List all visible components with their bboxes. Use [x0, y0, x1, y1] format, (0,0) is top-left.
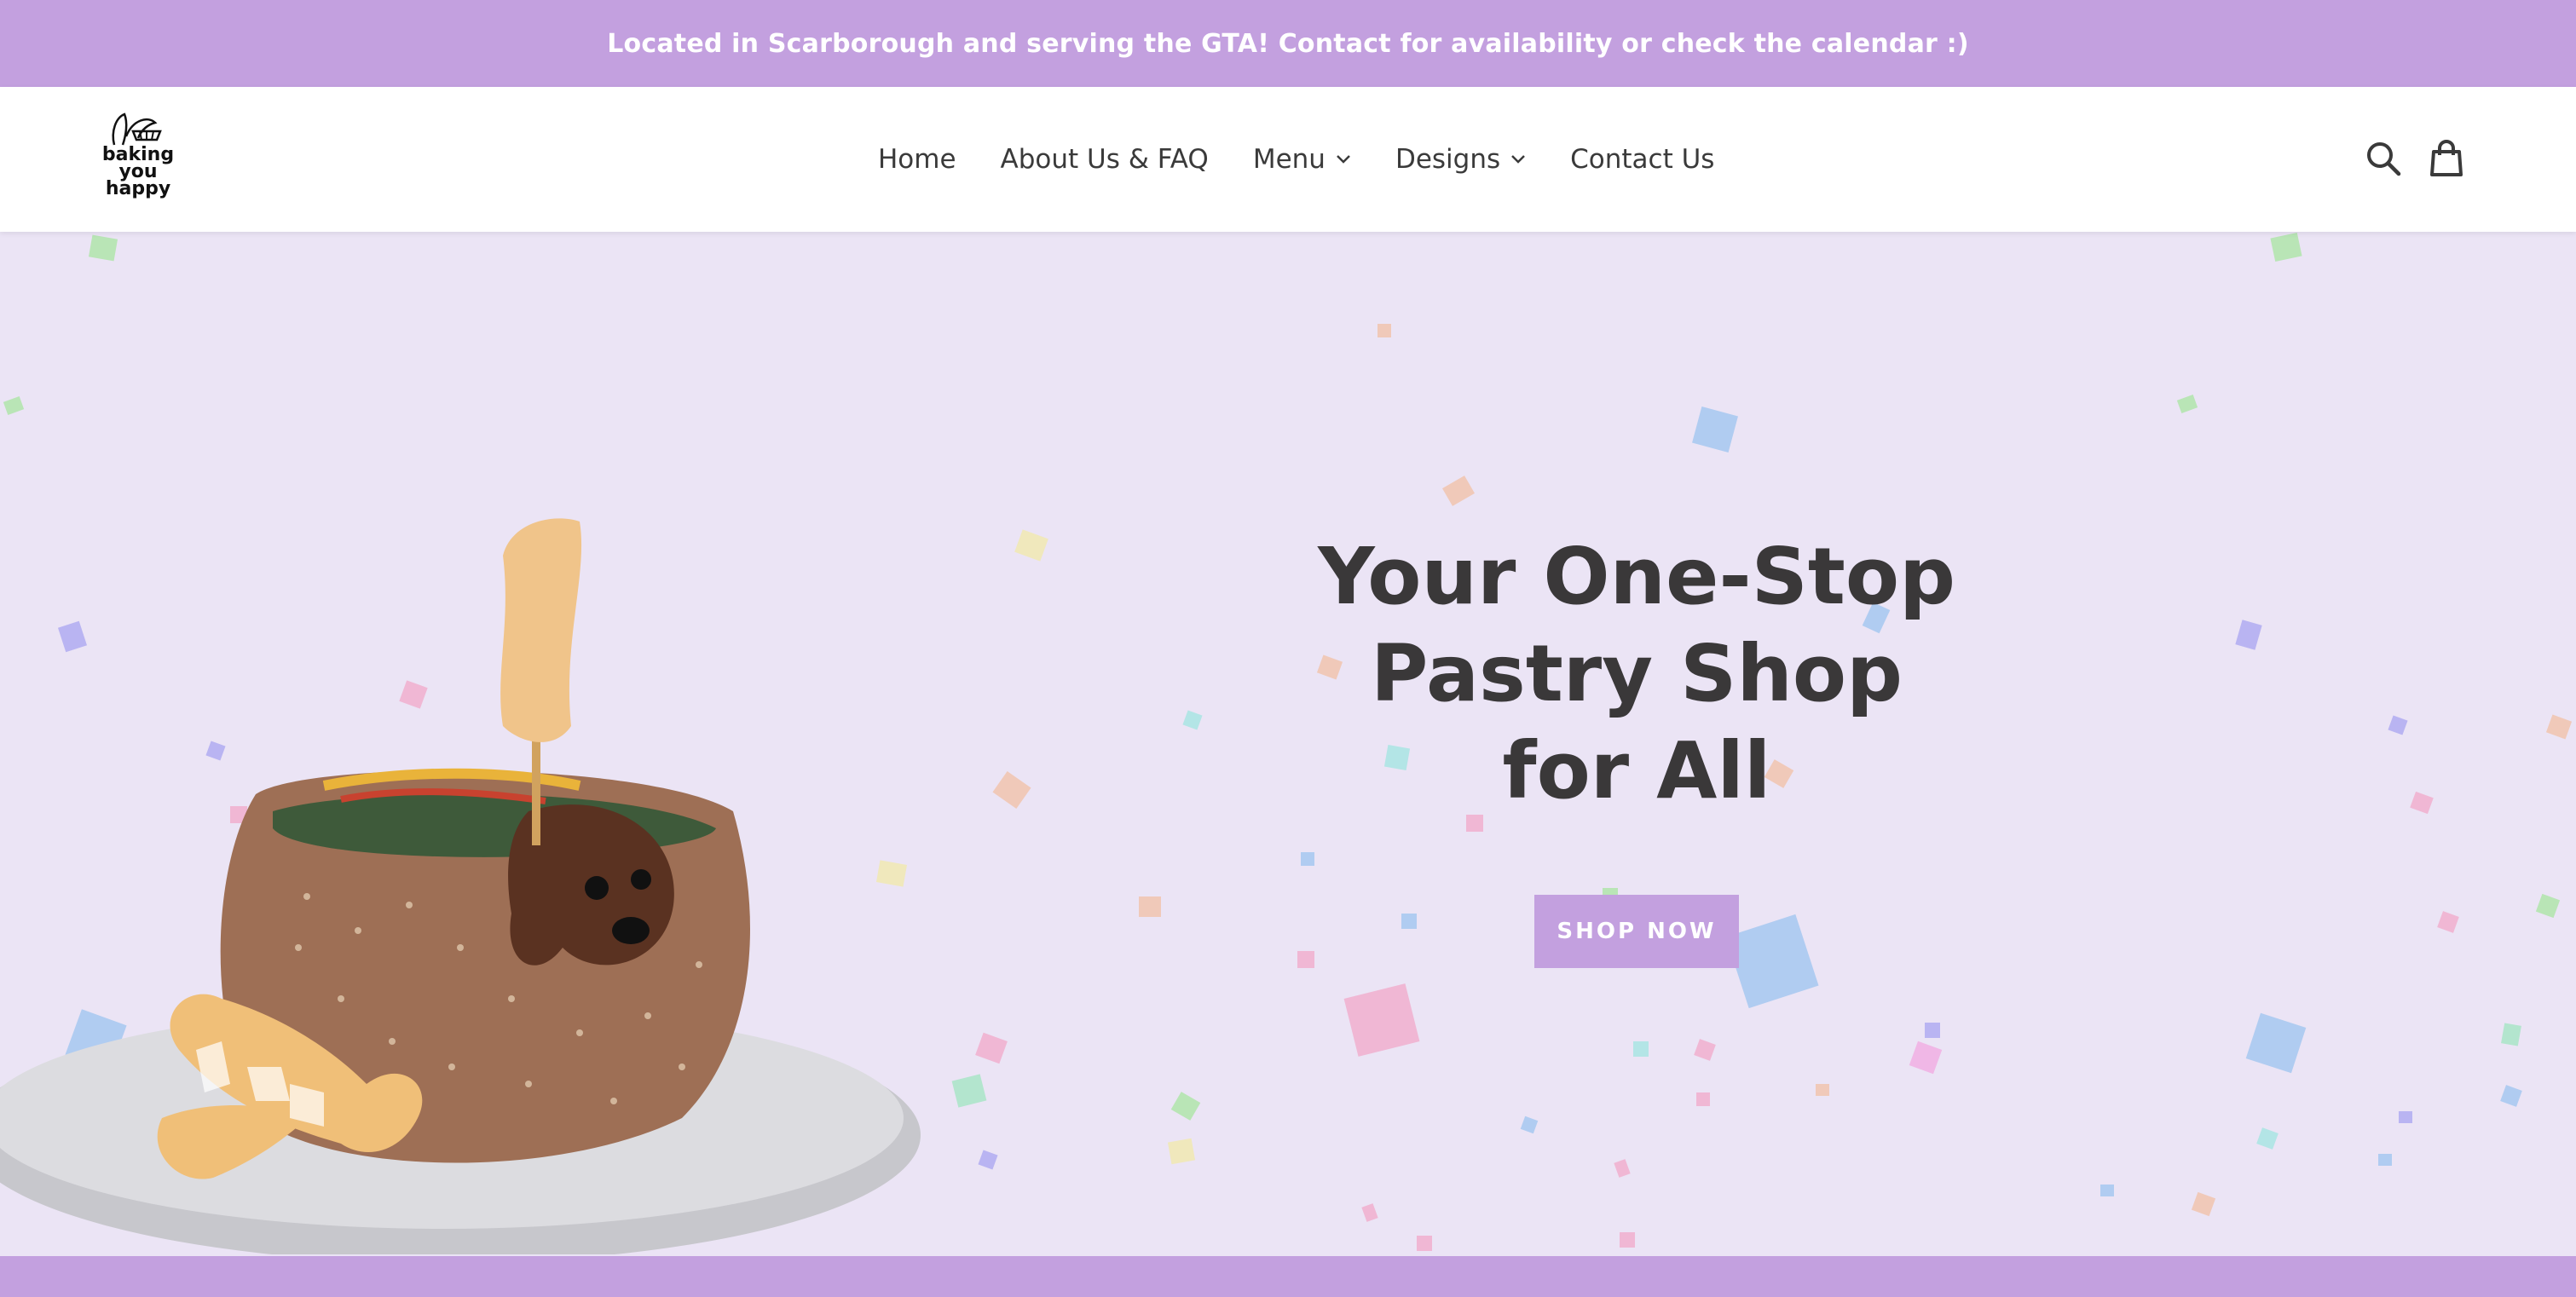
hero-section: Your One-Stop Pastry Shop for All SHOP N… [0, 232, 2576, 1256]
logo[interactable]: baking you happy [95, 111, 181, 210]
nav-contact-label: Contact Us [1570, 144, 1715, 175]
hero-title-part1: Your [1318, 531, 1544, 622]
hero-title-highlight: One-Stop [1543, 528, 1955, 625]
nav-designs-label: Designs [1395, 144, 1501, 175]
nav-about-faq[interactable]: About Us & FAQ [1001, 144, 1209, 175]
logo-text-happy: happy [105, 178, 171, 199]
search-icon[interactable] [2365, 140, 2402, 177]
nav-designs[interactable]: Designs [1395, 144, 1526, 175]
bottom-accent-bar [0, 1256, 2576, 1297]
hero-title-line1: Your One-Stop [1262, 528, 2012, 625]
nav-home-label: Home [878, 144, 956, 175]
nav-menu[interactable]: Menu [1253, 144, 1351, 175]
announcement-text: Located in Scarborough and serving the G… [607, 28, 1969, 59]
cake-logo-icon [112, 112, 162, 146]
site-header: baking you happy Home About Us & FAQ Men… [0, 87, 2576, 232]
hero-title: Your One-Stop Pastry Shop for All [1262, 528, 2012, 820]
hotdog-dog-cake-image [0, 518, 921, 1254]
main-nav: Home About Us & FAQ Menu Designs Contact… [878, 87, 1714, 232]
hero-title-line2: Pastry Shop [1371, 628, 1903, 719]
nav-about-label: About Us & FAQ [1000, 144, 1209, 175]
announcement-bar: Located in Scarborough and serving the G… [0, 0, 2576, 87]
header-icons [2365, 140, 2465, 177]
cart-icon[interactable] [2428, 140, 2465, 177]
hero-title-highlight-text: One-Stop [1543, 531, 1955, 622]
nav-home[interactable]: Home [878, 144, 956, 175]
nav-menu-label: Menu [1252, 144, 1326, 175]
hero-title-line3: for All [1502, 725, 1771, 816]
shop-now-button[interactable]: SHOP NOW [1534, 895, 1739, 968]
nav-contact[interactable]: Contact Us [1570, 144, 1714, 175]
chevron-down-icon [1337, 155, 1350, 164]
chevron-down-icon [1511, 155, 1526, 164]
